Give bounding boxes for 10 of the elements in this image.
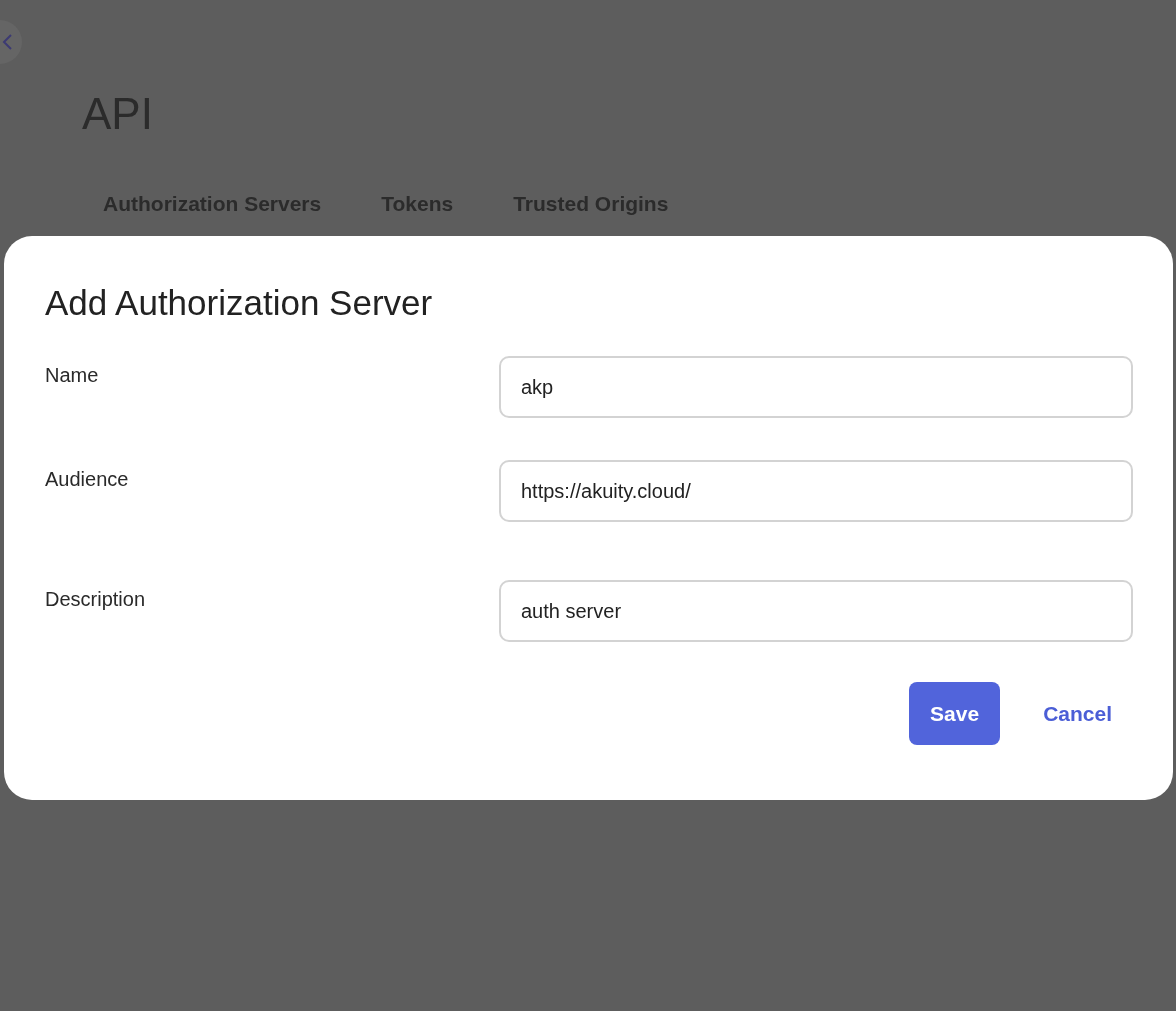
input-field[interactable]: https://akuity.cloud/ [499, 460, 1133, 522]
chevron-left-icon [2, 33, 14, 51]
field-label: Description [45, 587, 146, 611]
save-button[interactable]: Save [909, 682, 1001, 745]
input-field[interactable]: auth server [499, 580, 1133, 642]
input-field[interactable]: akp [499, 356, 1133, 418]
field-label: Audience [45, 467, 129, 491]
cancel-button[interactable]: Cancel [1022, 682, 1133, 745]
dialog-title: Add Authorization Server [45, 282, 434, 324]
field-label: Name [45, 363, 99, 387]
